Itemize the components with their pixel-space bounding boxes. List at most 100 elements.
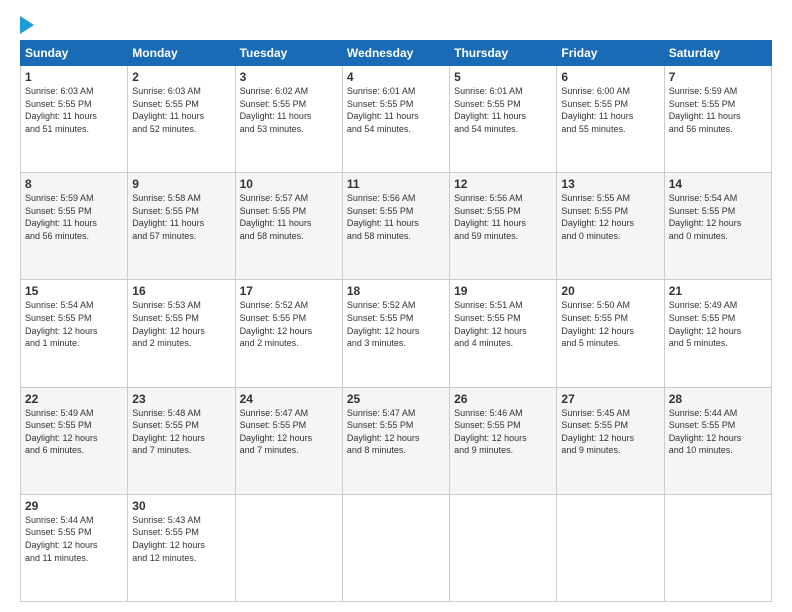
day-header-wednesday: Wednesday xyxy=(342,41,449,66)
day-info: Sunrise: 5:45 AM Sunset: 5:55 PM Dayligh… xyxy=(561,407,659,457)
day-info: Sunrise: 6:00 AM Sunset: 5:55 PM Dayligh… xyxy=(561,85,659,135)
calendar-day-cell: 27Sunrise: 5:45 AM Sunset: 5:55 PM Dayli… xyxy=(557,387,664,494)
calendar-day-cell: 24Sunrise: 5:47 AM Sunset: 5:55 PM Dayli… xyxy=(235,387,342,494)
day-number: 12 xyxy=(454,177,552,191)
day-info: Sunrise: 5:51 AM Sunset: 5:55 PM Dayligh… xyxy=(454,299,552,349)
day-info: Sunrise: 5:53 AM Sunset: 5:55 PM Dayligh… xyxy=(132,299,230,349)
day-number: 25 xyxy=(347,392,445,406)
day-info: Sunrise: 6:03 AM Sunset: 5:55 PM Dayligh… xyxy=(25,85,123,135)
calendar-day-cell: 26Sunrise: 5:46 AM Sunset: 5:55 PM Dayli… xyxy=(450,387,557,494)
calendar-day-cell: 16Sunrise: 5:53 AM Sunset: 5:55 PM Dayli… xyxy=(128,280,235,387)
day-header-tuesday: Tuesday xyxy=(235,41,342,66)
calendar-day-cell: 10Sunrise: 5:57 AM Sunset: 5:55 PM Dayli… xyxy=(235,173,342,280)
day-info: Sunrise: 5:44 AM Sunset: 5:55 PM Dayligh… xyxy=(669,407,767,457)
day-info: Sunrise: 5:56 AM Sunset: 5:55 PM Dayligh… xyxy=(454,192,552,242)
day-number: 13 xyxy=(561,177,659,191)
day-number: 1 xyxy=(25,70,123,84)
day-number: 30 xyxy=(132,499,230,513)
calendar-day-cell: 2Sunrise: 6:03 AM Sunset: 5:55 PM Daylig… xyxy=(128,66,235,173)
calendar-day-cell: 17Sunrise: 5:52 AM Sunset: 5:55 PM Dayli… xyxy=(235,280,342,387)
calendar-day-cell xyxy=(342,494,449,601)
day-header-thursday: Thursday xyxy=(450,41,557,66)
calendar-day-cell: 14Sunrise: 5:54 AM Sunset: 5:55 PM Dayli… xyxy=(664,173,771,280)
day-header-saturday: Saturday xyxy=(664,41,771,66)
day-info: Sunrise: 6:03 AM Sunset: 5:55 PM Dayligh… xyxy=(132,85,230,135)
day-number: 24 xyxy=(240,392,338,406)
day-info: Sunrise: 5:56 AM Sunset: 5:55 PM Dayligh… xyxy=(347,192,445,242)
calendar-week-row: 15Sunrise: 5:54 AM Sunset: 5:55 PM Dayli… xyxy=(21,280,772,387)
calendar-body: 1Sunrise: 6:03 AM Sunset: 5:55 PM Daylig… xyxy=(21,66,772,602)
day-number: 18 xyxy=(347,284,445,298)
day-number: 26 xyxy=(454,392,552,406)
day-number: 9 xyxy=(132,177,230,191)
day-info: Sunrise: 5:49 AM Sunset: 5:55 PM Dayligh… xyxy=(669,299,767,349)
day-number: 11 xyxy=(347,177,445,191)
calendar-day-cell xyxy=(557,494,664,601)
logo-arrow-icon xyxy=(20,16,34,34)
day-number: 17 xyxy=(240,284,338,298)
calendar-day-cell xyxy=(450,494,557,601)
calendar-day-cell: 19Sunrise: 5:51 AM Sunset: 5:55 PM Dayli… xyxy=(450,280,557,387)
day-info: Sunrise: 5:59 AM Sunset: 5:55 PM Dayligh… xyxy=(669,85,767,135)
calendar-day-cell: 13Sunrise: 5:55 AM Sunset: 5:55 PM Dayli… xyxy=(557,173,664,280)
calendar-day-cell: 22Sunrise: 5:49 AM Sunset: 5:55 PM Dayli… xyxy=(21,387,128,494)
day-info: Sunrise: 5:47 AM Sunset: 5:55 PM Dayligh… xyxy=(347,407,445,457)
logo xyxy=(20,16,34,32)
header xyxy=(20,16,772,32)
calendar-day-cell: 15Sunrise: 5:54 AM Sunset: 5:55 PM Dayli… xyxy=(21,280,128,387)
calendar-day-cell: 1Sunrise: 6:03 AM Sunset: 5:55 PM Daylig… xyxy=(21,66,128,173)
calendar-day-cell: 28Sunrise: 5:44 AM Sunset: 5:55 PM Dayli… xyxy=(664,387,771,494)
day-number: 21 xyxy=(669,284,767,298)
day-info: Sunrise: 5:52 AM Sunset: 5:55 PM Dayligh… xyxy=(240,299,338,349)
calendar-day-cell xyxy=(235,494,342,601)
calendar-day-cell: 5Sunrise: 6:01 AM Sunset: 5:55 PM Daylig… xyxy=(450,66,557,173)
day-info: Sunrise: 5:55 AM Sunset: 5:55 PM Dayligh… xyxy=(561,192,659,242)
day-header-friday: Friday xyxy=(557,41,664,66)
day-number: 10 xyxy=(240,177,338,191)
calendar-day-cell: 12Sunrise: 5:56 AM Sunset: 5:55 PM Dayli… xyxy=(450,173,557,280)
day-number: 2 xyxy=(132,70,230,84)
calendar-day-cell: 9Sunrise: 5:58 AM Sunset: 5:55 PM Daylig… xyxy=(128,173,235,280)
calendar-day-cell: 21Sunrise: 5:49 AM Sunset: 5:55 PM Dayli… xyxy=(664,280,771,387)
calendar-day-cell: 29Sunrise: 5:44 AM Sunset: 5:55 PM Dayli… xyxy=(21,494,128,601)
day-number: 28 xyxy=(669,392,767,406)
day-number: 14 xyxy=(669,177,767,191)
day-number: 8 xyxy=(25,177,123,191)
calendar-day-cell: 3Sunrise: 6:02 AM Sunset: 5:55 PM Daylig… xyxy=(235,66,342,173)
day-info: Sunrise: 5:46 AM Sunset: 5:55 PM Dayligh… xyxy=(454,407,552,457)
day-info: Sunrise: 6:01 AM Sunset: 5:55 PM Dayligh… xyxy=(454,85,552,135)
day-number: 19 xyxy=(454,284,552,298)
day-number: 23 xyxy=(132,392,230,406)
day-info: Sunrise: 5:48 AM Sunset: 5:55 PM Dayligh… xyxy=(132,407,230,457)
day-number: 20 xyxy=(561,284,659,298)
day-info: Sunrise: 5:59 AM Sunset: 5:55 PM Dayligh… xyxy=(25,192,123,242)
calendar-week-row: 22Sunrise: 5:49 AM Sunset: 5:55 PM Dayli… xyxy=(21,387,772,494)
day-info: Sunrise: 6:02 AM Sunset: 5:55 PM Dayligh… xyxy=(240,85,338,135)
calendar-day-cell: 6Sunrise: 6:00 AM Sunset: 5:55 PM Daylig… xyxy=(557,66,664,173)
calendar-week-row: 29Sunrise: 5:44 AM Sunset: 5:55 PM Dayli… xyxy=(21,494,772,601)
day-header-monday: Monday xyxy=(128,41,235,66)
day-header-sunday: Sunday xyxy=(21,41,128,66)
calendar-week-row: 1Sunrise: 6:03 AM Sunset: 5:55 PM Daylig… xyxy=(21,66,772,173)
day-info: Sunrise: 5:47 AM Sunset: 5:55 PM Dayligh… xyxy=(240,407,338,457)
calendar-day-cell: 8Sunrise: 5:59 AM Sunset: 5:55 PM Daylig… xyxy=(21,173,128,280)
day-number: 22 xyxy=(25,392,123,406)
day-number: 7 xyxy=(669,70,767,84)
day-info: Sunrise: 5:44 AM Sunset: 5:55 PM Dayligh… xyxy=(25,514,123,564)
day-number: 6 xyxy=(561,70,659,84)
calendar-day-cell xyxy=(664,494,771,601)
day-number: 16 xyxy=(132,284,230,298)
day-number: 15 xyxy=(25,284,123,298)
calendar-day-cell: 4Sunrise: 6:01 AM Sunset: 5:55 PM Daylig… xyxy=(342,66,449,173)
day-info: Sunrise: 5:49 AM Sunset: 5:55 PM Dayligh… xyxy=(25,407,123,457)
calendar-day-cell: 20Sunrise: 5:50 AM Sunset: 5:55 PM Dayli… xyxy=(557,280,664,387)
page: SundayMondayTuesdayWednesdayThursdayFrid… xyxy=(0,0,792,612)
day-info: Sunrise: 5:43 AM Sunset: 5:55 PM Dayligh… xyxy=(132,514,230,564)
calendar-table: SundayMondayTuesdayWednesdayThursdayFrid… xyxy=(20,40,772,602)
day-number: 3 xyxy=(240,70,338,84)
calendar-day-cell: 25Sunrise: 5:47 AM Sunset: 5:55 PM Dayli… xyxy=(342,387,449,494)
day-number: 27 xyxy=(561,392,659,406)
day-info: Sunrise: 5:50 AM Sunset: 5:55 PM Dayligh… xyxy=(561,299,659,349)
day-info: Sunrise: 5:52 AM Sunset: 5:55 PM Dayligh… xyxy=(347,299,445,349)
day-info: Sunrise: 5:57 AM Sunset: 5:55 PM Dayligh… xyxy=(240,192,338,242)
